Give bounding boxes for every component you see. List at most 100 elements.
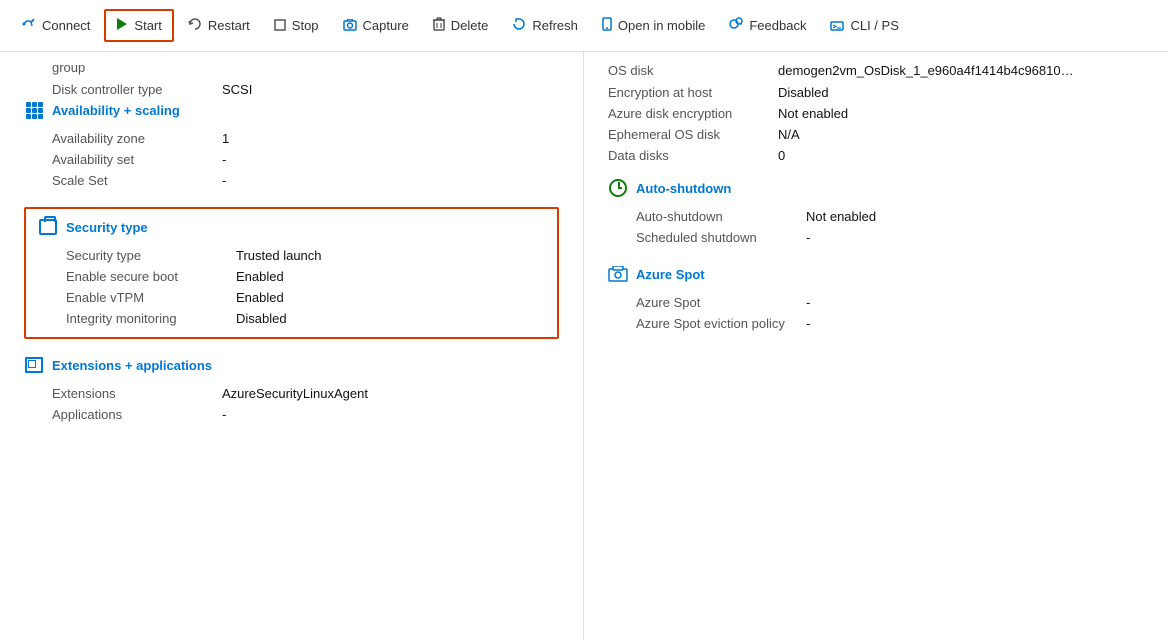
auto-shutdown-header: Auto-shutdown [608,178,1144,198]
delete-icon [433,17,445,34]
start-label: Start [134,18,161,33]
scheduled-label: Scheduled shutdown [636,230,806,245]
security-icon [38,217,58,237]
azure-spot-header: Azure Spot [608,264,1144,284]
os-disk-row: OS disk demogen2vm_OsDisk_1_e960a4f1414b… [608,60,1144,82]
sec-boot-label: Enable secure boot [66,269,236,284]
extensions-icon [24,355,44,375]
encryption-row: Encryption at host Disabled [608,82,1144,103]
shutdown-label: Auto-shutdown [636,209,806,224]
azure-enc-label: Azure disk encryption [608,106,778,121]
security-section: Security type Security type Trusted laun… [24,207,559,339]
right-panel: OS disk demogen2vm_OsDisk_1_e960a4f1414b… [584,52,1168,640]
capture-button[interactable]: Capture [333,12,419,40]
eviction-row: Azure Spot eviction policy - [608,313,1144,334]
connect-label: Connect [42,18,90,33]
availability-header: Availability + scaling [24,100,559,120]
delete-label: Delete [451,18,489,33]
extensions-title: Extensions + applications [52,358,212,373]
spot-label: Azure Spot [636,295,806,310]
auto-shutdown-icon [608,178,628,198]
sec-boot-row: Enable secure boot Enabled [38,266,545,287]
encryption-value: Disabled [778,85,829,100]
spot-value: - [806,295,810,310]
mobile-icon [602,17,612,34]
azure-spot-section: Azure Spot Azure Spot - Azure Spot evict… [608,264,1144,334]
sec-vtpm-label: Enable vTPM [66,290,236,305]
avail-scale-row: Scale Set - [24,170,559,191]
sec-integrity-label: Integrity monitoring [66,311,236,326]
azure-enc-value: Not enabled [778,106,848,121]
scheduled-value: - [806,230,810,245]
refresh-icon [512,17,526,34]
capture-label: Capture [363,18,409,33]
refresh-label: Refresh [532,18,578,33]
cli-icon [830,18,844,34]
app-label: Applications [52,407,222,422]
connect-button[interactable]: Connect [12,11,100,40]
restart-button[interactable]: Restart [178,11,260,40]
sec-type-label: Security type [66,248,236,263]
avail-set-label: Availability set [52,152,222,167]
data-disks-value: 0 [778,148,785,163]
toolbar: Connect Start Restart Stop [0,0,1168,52]
shutdown-value: Not enabled [806,209,876,224]
sec-type-value: Trusted launch [236,248,322,263]
avail-set-row: Availability set - [24,149,559,170]
security-header: Security type [38,217,545,237]
capture-icon [343,18,357,34]
stop-label: Stop [292,18,319,33]
sec-integrity-value: Disabled [236,311,287,326]
restart-label: Restart [208,18,250,33]
ext-value: AzureSecurityLinuxAgent [222,386,368,401]
feedback-button[interactable]: Feedback [719,11,816,40]
cli-label: CLI / PS [850,18,898,33]
refresh-button[interactable]: Refresh [502,11,588,40]
start-button[interactable]: Start [104,9,173,42]
encryption-label: Encryption at host [608,85,778,100]
extensions-header: Extensions + applications [24,355,559,375]
partial-group-text: group [24,60,559,79]
ext-row: Extensions AzureSecurityLinuxAgent [24,383,559,404]
ephemeral-label: Ephemeral OS disk [608,127,778,142]
scheduled-row: Scheduled shutdown - [608,227,1144,248]
connect-icon [22,17,36,34]
sec-vtpm-value: Enabled [236,290,284,305]
avail-zone-label: Availability zone [52,131,222,146]
app-value: - [222,407,226,422]
extensions-section: Extensions + applications Extensions Azu… [24,355,559,425]
disk-controller-value: SCSI [222,82,252,97]
stop-icon [274,18,286,34]
start-icon [116,17,128,34]
cli-button[interactable]: CLI / PS [820,12,908,40]
sec-boot-value: Enabled [236,269,284,284]
security-title: Security type [66,220,148,235]
delete-button[interactable]: Delete [423,11,499,40]
eviction-value: - [806,316,810,331]
avail-scale-value: - [222,173,226,188]
ext-label: Extensions [52,386,222,401]
data-disks-row: Data disks 0 [608,145,1144,166]
left-panel: group Disk controller type SCSI Availabi… [0,52,584,640]
data-disks-label: Data disks [608,148,778,163]
azure-spot-icon [608,264,628,284]
auto-shutdown-section: Auto-shutdown Auto-shutdown Not enabled … [608,178,1144,248]
auto-shutdown-title: Auto-shutdown [636,181,731,196]
disk-controller-label: Disk controller type [52,82,222,97]
ephemeral-row: Ephemeral OS disk N/A [608,124,1144,145]
os-disk-value: demogen2vm_OsDisk_1_e960a4f1414b4c968103… [778,63,1078,78]
avail-zone-value: 1 [222,131,229,146]
shutdown-row: Auto-shutdown Not enabled [608,206,1144,227]
availability-icon [24,100,44,120]
eviction-label: Azure Spot eviction policy [636,316,806,331]
os-disk-label: OS disk [608,63,778,78]
open-mobile-button[interactable]: Open in mobile [592,11,715,40]
main-content: group Disk controller type SCSI Availabi… [0,52,1168,640]
spot-row: Azure Spot - [608,292,1144,313]
feedback-label: Feedback [749,18,806,33]
sec-type-row: Security type Trusted launch [38,245,545,266]
azure-spot-title: Azure Spot [636,267,705,282]
feedback-icon [729,17,743,34]
stop-button[interactable]: Stop [264,12,329,40]
avail-set-value: - [222,152,226,167]
